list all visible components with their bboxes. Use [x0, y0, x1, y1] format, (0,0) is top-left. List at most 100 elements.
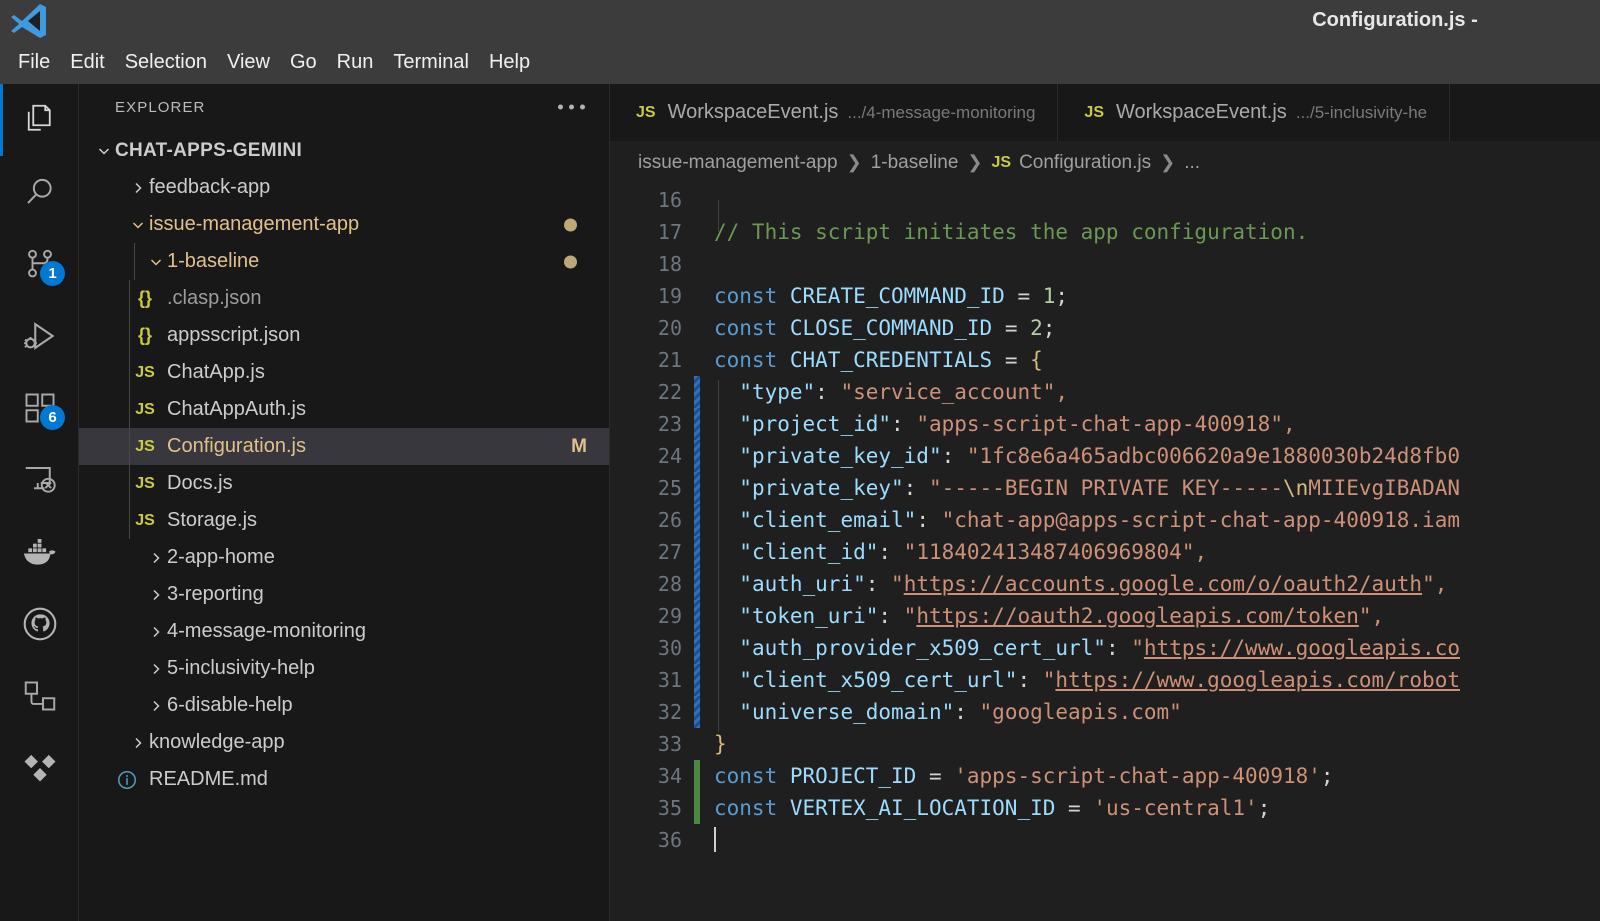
code-line[interactable]: 16 [610, 184, 1600, 216]
code-token: : [878, 604, 903, 628]
tree-item-appsscript-json[interactable]: {} appsscript.json [79, 317, 609, 354]
code-line-text: "auth_uri": "https://accounts.google.com… [708, 572, 1447, 596]
ellipsis-icon[interactable] [558, 105, 585, 110]
code-line-text: "client_email": "chat-app@apps-script-ch… [708, 508, 1460, 532]
tree-root-chat-apps-gemini[interactable]: CHAT-APPS-GEMINI [79, 132, 609, 169]
code-token: "client_x509_cert_url" [739, 668, 1017, 692]
activity-item-github[interactable] [0, 588, 79, 660]
indent-guide [129, 465, 130, 502]
code-line[interactable]: 19const CREATE_COMMAND_ID = 1; [610, 280, 1600, 312]
code-line[interactable]: 21const CHAT_CREDENTIALS = { [610, 344, 1600, 376]
menu-selection[interactable]: Selection [115, 48, 217, 77]
tree-item-readme-md[interactable]: README.md [79, 761, 609, 798]
code-line[interactable]: 26 "client_email": "chat-app@apps-script… [610, 504, 1600, 536]
code-token: { [1030, 348, 1043, 372]
breadcrumb-item-file[interactable]: Configuration.js [1019, 152, 1151, 174]
code-line[interactable]: 24 "private_key_id": "1fc8e6a465adbc0066… [610, 440, 1600, 472]
code-line-text: } [708, 732, 727, 756]
code-line[interactable]: 30 "auth_provider_x509_cert_url": "https… [610, 632, 1600, 664]
code-token: 2 [1030, 316, 1043, 340]
chevron-right-icon [145, 576, 167, 613]
tree-item-3-reporting[interactable]: 3-reporting [79, 576, 609, 613]
tree-item-storage-js[interactable]: JS Storage.js [79, 502, 609, 539]
code-link[interactable]: https://oauth2.googleapis.com/token [916, 604, 1359, 628]
chevron-right-icon: ❯ [1160, 152, 1175, 173]
chevron-right-icon [145, 687, 167, 724]
tree-item-docs-js[interactable]: JS Docs.js [79, 465, 609, 502]
activity-item-search[interactable] [0, 156, 79, 228]
code-token: = [992, 348, 1030, 372]
code-line-text: "private_key": "-----BEGIN PRIVATE KEY--… [708, 476, 1460, 500]
breadcrumb-item-symbol[interactable]: ... [1184, 152, 1200, 174]
code-line[interactable]: 18 [610, 248, 1600, 280]
tree-item-chatapp-js[interactable]: JS ChatApp.js [79, 354, 609, 391]
tree-item-label: 1-baseline [167, 250, 259, 273]
menu-view[interactable]: View [217, 48, 280, 77]
editor-tab-workspaceevent-5-inclusivity-help[interactable]: JS WorkspaceEvent.js .../5-inclusivity-h… [1058, 84, 1450, 141]
code-line-text: "project_id": "apps-script-chat-app-4009… [708, 412, 1296, 436]
js-file-icon: JS [131, 438, 159, 456]
tree-item-clasp-json[interactable]: {} .clasp.json [79, 280, 609, 317]
tree-item-6-disable-help[interactable]: 6-disable-help [79, 687, 609, 724]
tree-item-label: appsscript.json [167, 324, 300, 347]
code-line[interactable]: 34const PROJECT_ID = 'apps-script-chat-a… [610, 760, 1600, 792]
activity-item-dependency-graph[interactable] [0, 660, 79, 732]
code-editor[interactable]: 1617// This script initiates the app con… [610, 184, 1600, 921]
tree-item-issue-management-app[interactable]: issue-management-app [79, 206, 609, 243]
tree-item-4-message-monitoring[interactable]: 4-message-monitoring [79, 613, 609, 650]
code-line[interactable]: 36 [610, 824, 1600, 856]
tree-item-configuration-js[interactable]: JS Configuration.js M [79, 428, 609, 465]
code-link[interactable]: https://accounts.google.com/o/oauth2/aut… [904, 572, 1422, 596]
chevron-down-icon [127, 206, 149, 243]
menu-help[interactable]: Help [479, 48, 540, 77]
tree-item-1-baseline[interactable]: 1-baseline [79, 243, 609, 280]
js-file-icon: JS [131, 401, 159, 419]
js-file-icon: JS [131, 512, 159, 530]
code-token: : [866, 572, 891, 596]
menu-go[interactable]: Go [280, 48, 327, 77]
breadcrumb-item-folder[interactable]: issue-management-app [638, 152, 838, 174]
code-line[interactable]: 29 "token_uri": "https://oauth2.googleap… [610, 600, 1600, 632]
code-line[interactable]: 32 "universe_domain": "googleapis.com" [610, 696, 1600, 728]
code-line[interactable]: 23 "project_id": "apps-script-chat-app-4… [610, 408, 1600, 440]
activity-item-extensions[interactable]: 6 [0, 372, 79, 444]
activity-item-docker[interactable] [0, 516, 79, 588]
tree-item-chatappauth-js[interactable]: JS ChatAppAuth.js [79, 391, 609, 428]
code-line[interactable]: 17// This script initiates the app confi… [610, 216, 1600, 248]
code-link[interactable]: https://www.googleapis.co [1144, 636, 1460, 660]
tree-item-knowledge-app[interactable]: knowledge-app [79, 724, 609, 761]
chevron-right-icon: ❯ [847, 152, 862, 173]
menu-run[interactable]: Run [327, 48, 384, 77]
menu-edit[interactable]: Edit [60, 48, 114, 77]
activity-item-run-and-debug[interactable] [0, 300, 79, 372]
title-bar: Configuration.js - [0, 0, 1600, 41]
breadcrumb-item-subfolder[interactable]: 1-baseline [871, 152, 959, 174]
menu-terminal[interactable]: Terminal [383, 48, 479, 77]
line-number: 19 [610, 284, 708, 308]
editor-area: JS WorkspaceEvent.js .../4-message-monit… [610, 84, 1600, 921]
code-line[interactable]: 35const VERTEX_AI_LOCATION_ID = 'us-cent… [610, 792, 1600, 824]
activity-item-diamond-cluster[interactable] [0, 732, 79, 804]
code-line[interactable]: 22 "type": "service_account", [610, 376, 1600, 408]
activity-item-explorer[interactable] [0, 84, 79, 156]
code-token: : [891, 412, 916, 436]
github-octocat-icon [22, 606, 58, 642]
tree-item-feedback-app[interactable]: feedback-app [79, 169, 609, 206]
code-line[interactable]: 20const CLOSE_COMMAND_ID = 2; [610, 312, 1600, 344]
editor-tab-workspaceevent-4-message-monitoring[interactable]: JS WorkspaceEvent.js .../4-message-monit… [610, 84, 1058, 141]
activity-item-source-control[interactable]: 1 [0, 228, 79, 300]
code-token [777, 316, 790, 340]
tree-item-2-app-home[interactable]: 2-app-home [79, 539, 609, 576]
code-line[interactable]: 31 "client_x509_cert_url": "https://www.… [610, 664, 1600, 696]
tree-item-5-inclusivity-help[interactable]: 5-inclusivity-help [79, 650, 609, 687]
code-line[interactable]: 27 "client_id": "118402413487406969804", [610, 536, 1600, 568]
menu-file[interactable]: File [8, 48, 60, 77]
code-line[interactable]: 28 "auth_uri": "https://accounts.google.… [610, 568, 1600, 600]
activity-item-remote-explorer[interactable] [0, 444, 79, 516]
code-link[interactable]: https://www.googleapis.com/robot [1055, 668, 1460, 692]
code-token: " [904, 604, 917, 628]
code-token: "auth_uri" [739, 572, 865, 596]
code-line[interactable]: 25 "private_key": "-----BEGIN PRIVATE KE… [610, 472, 1600, 504]
code-line[interactable]: 33} [610, 728, 1600, 760]
chevron-right-icon: ❯ [967, 152, 982, 173]
